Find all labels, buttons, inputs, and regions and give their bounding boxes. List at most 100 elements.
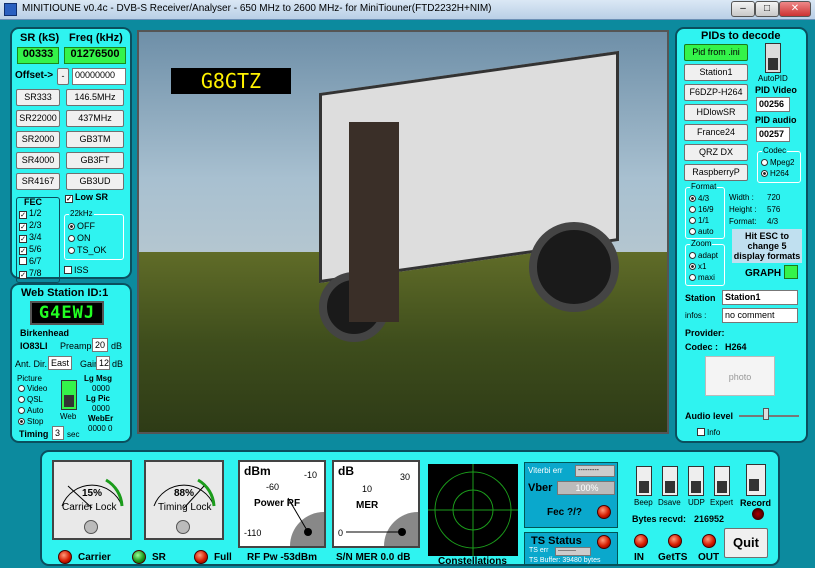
record-switch[interactable] — [746, 464, 766, 496]
carrier-lock-label: Carrier Lock — [62, 502, 117, 513]
fec-item-2-3[interactable]: ✓ 2/3 — [19, 220, 42, 231]
sr-display[interactable]: 00333 — [17, 47, 59, 64]
pid-video-label: PID Video — [755, 85, 797, 95]
picture-stop[interactable]: Stop — [18, 417, 43, 426]
zoom-adapt[interactable]: adapt — [689, 251, 718, 260]
low-sr-checkbox[interactable]: ✓ Low SR — [65, 192, 108, 203]
minimize-button[interactable]: – — [731, 1, 755, 17]
format-4-3[interactable]: 4/3 — [689, 194, 709, 203]
mer-meter: dB 10 30 0 MER — [332, 460, 420, 548]
format-auto[interactable]: auto — [689, 227, 714, 236]
carrier-lock-meter: 15% Carrier Lock — [52, 460, 132, 540]
pids-title: PIDs to decode — [701, 30, 781, 42]
autopid-switch[interactable] — [765, 43, 781, 73]
k22-ts-ok[interactable]: TS_OK — [68, 245, 107, 255]
location-text: Birkenhead — [20, 328, 70, 338]
pid-video-input[interactable]: 00256 — [756, 97, 790, 112]
fec-status-label: Fec ?/? — [547, 507, 583, 518]
constellation-display — [428, 464, 518, 556]
sr-freq-panel: SR (kS) Freq (kHz) 00333 01276500 Offset… — [10, 27, 132, 283]
gain-unit: dB — [112, 359, 124, 369]
web-toggle-switch[interactable] — [61, 380, 77, 410]
ant-dir-input[interactable]: East — [48, 356, 72, 370]
k22-off[interactable]: OFF — [68, 221, 95, 231]
codec-h264[interactable]: H264 — [761, 169, 789, 178]
preset-gb3ud[interactable]: GB3UD — [66, 173, 124, 190]
station-button-3[interactable]: HDlowSR — [684, 104, 748, 121]
picture-video[interactable]: Video — [18, 384, 47, 393]
format-1-1[interactable]: 1/1 — [689, 216, 709, 225]
zoom-x1[interactable]: x1 — [689, 262, 706, 271]
fec-item-7-8[interactable]: ✓ 7/8 — [19, 268, 42, 279]
preset-sr4167[interactable]: SR4167 — [16, 173, 60, 190]
preset-sr22000[interactable]: SR22000 — [16, 110, 60, 127]
codec-title: Codec — [762, 146, 788, 155]
maximize-button[interactable]: □ — [755, 1, 779, 17]
preset-sr333[interactable]: SR333 — [16, 89, 60, 106]
station-button-4[interactable]: France24 — [684, 124, 748, 141]
in-label: IN — [634, 552, 644, 563]
app-icon — [4, 3, 17, 16]
offset-minus-button[interactable]: - — [57, 68, 69, 85]
width-value: 720 — [767, 193, 781, 202]
graph-checkbox[interactable] — [784, 265, 798, 279]
info-checkbox[interactable]: Info — [697, 428, 720, 437]
preset-437mhz[interactable]: 437MHz — [66, 110, 124, 127]
gain-input[interactable]: 12 — [96, 356, 110, 370]
out-led — [702, 534, 716, 548]
infos-input[interactable]: no comment — [722, 308, 798, 323]
picture-auto[interactable]: Auto — [18, 406, 43, 415]
preset-gb3tm[interactable]: GB3TM — [66, 131, 124, 148]
viterbi-label: Viterbi err — [528, 466, 563, 475]
iss-checkbox[interactable]: ISS — [64, 265, 89, 275]
fec-item-6-7[interactable]: 6/7 — [19, 256, 42, 266]
picture-qsl[interactable]: QSL — [18, 395, 43, 404]
format-value: 4/3 — [767, 217, 779, 226]
station-input[interactable]: Station1 — [722, 290, 798, 305]
status-panel: 15% Carrier Lock 88% Timing Lock dBm -60… — [40, 450, 780, 567]
k22-title: 22kHz — [69, 209, 94, 218]
timing-input[interactable]: 3 — [52, 426, 64, 440]
preset-sr2000[interactable]: SR2000 — [16, 131, 60, 148]
station-button-5[interactable]: QRZ DX — [684, 144, 748, 161]
pid-audio-input[interactable]: 00257 — [756, 127, 790, 142]
timing-lock-label: Timing Lock — [158, 502, 212, 513]
quit-button[interactable]: Quit — [724, 528, 768, 558]
preset-146mhz[interactable]: 146.5MHz — [66, 89, 124, 106]
station-button-6[interactable]: RaspberryP — [684, 164, 748, 181]
format-16-9[interactable]: 16/9 — [689, 205, 714, 214]
autopid-label: AutoPID — [758, 74, 788, 83]
web-label: Web — [60, 412, 77, 421]
sr-led — [132, 550, 146, 564]
preset-gb3ft[interactable]: GB3FT — [66, 152, 124, 169]
power-rf-gauge — [287, 497, 324, 546]
format-label: Format: — [729, 217, 757, 226]
codec-mpeg2[interactable]: Mpeg2 — [761, 158, 794, 167]
beep-label: Beep — [634, 498, 653, 507]
offset-input[interactable]: 00000000 — [72, 68, 126, 85]
offset-label: Offset-> — [15, 70, 54, 81]
station-button-2[interactable]: F6DZP-H264 — [684, 84, 748, 101]
timing-unit: sec — [67, 430, 80, 439]
weber-label: WebEr — [88, 414, 114, 423]
beep-switch[interactable] — [636, 466, 652, 496]
pid-from-ini-button[interactable]: Pid from .ini — [684, 44, 748, 61]
codec-group: Codec Mpeg2 H264 — [757, 146, 801, 183]
station-button-1[interactable]: Station1 — [684, 64, 748, 81]
k22-on[interactable]: ON — [68, 233, 91, 243]
freq-display[interactable]: 01276500 — [64, 47, 126, 64]
preamp-input[interactable]: 20 — [92, 338, 108, 352]
sn-mer-readout: S/N MER 0.0 dB — [336, 552, 411, 563]
video-display[interactable]: G8GTZ — [137, 30, 669, 434]
dsave-switch[interactable] — [662, 466, 678, 496]
udp-switch[interactable] — [688, 466, 704, 496]
fec-item-1-2[interactable]: ✓ 1/2 — [19, 208, 42, 219]
preset-sr4000[interactable]: SR4000 — [16, 152, 60, 169]
checkbox-empty — [19, 257, 27, 265]
close-button[interactable]: ✕ — [779, 1, 811, 17]
fec-item-3-4[interactable]: ✓ 3/4 — [19, 232, 42, 243]
zoom-maxi[interactable]: maxi — [689, 273, 715, 282]
expert-switch[interactable] — [714, 466, 730, 496]
audio-level-slider[interactable] — [763, 408, 769, 420]
fec-item-5-6[interactable]: ✓ 5/6 — [19, 244, 42, 255]
